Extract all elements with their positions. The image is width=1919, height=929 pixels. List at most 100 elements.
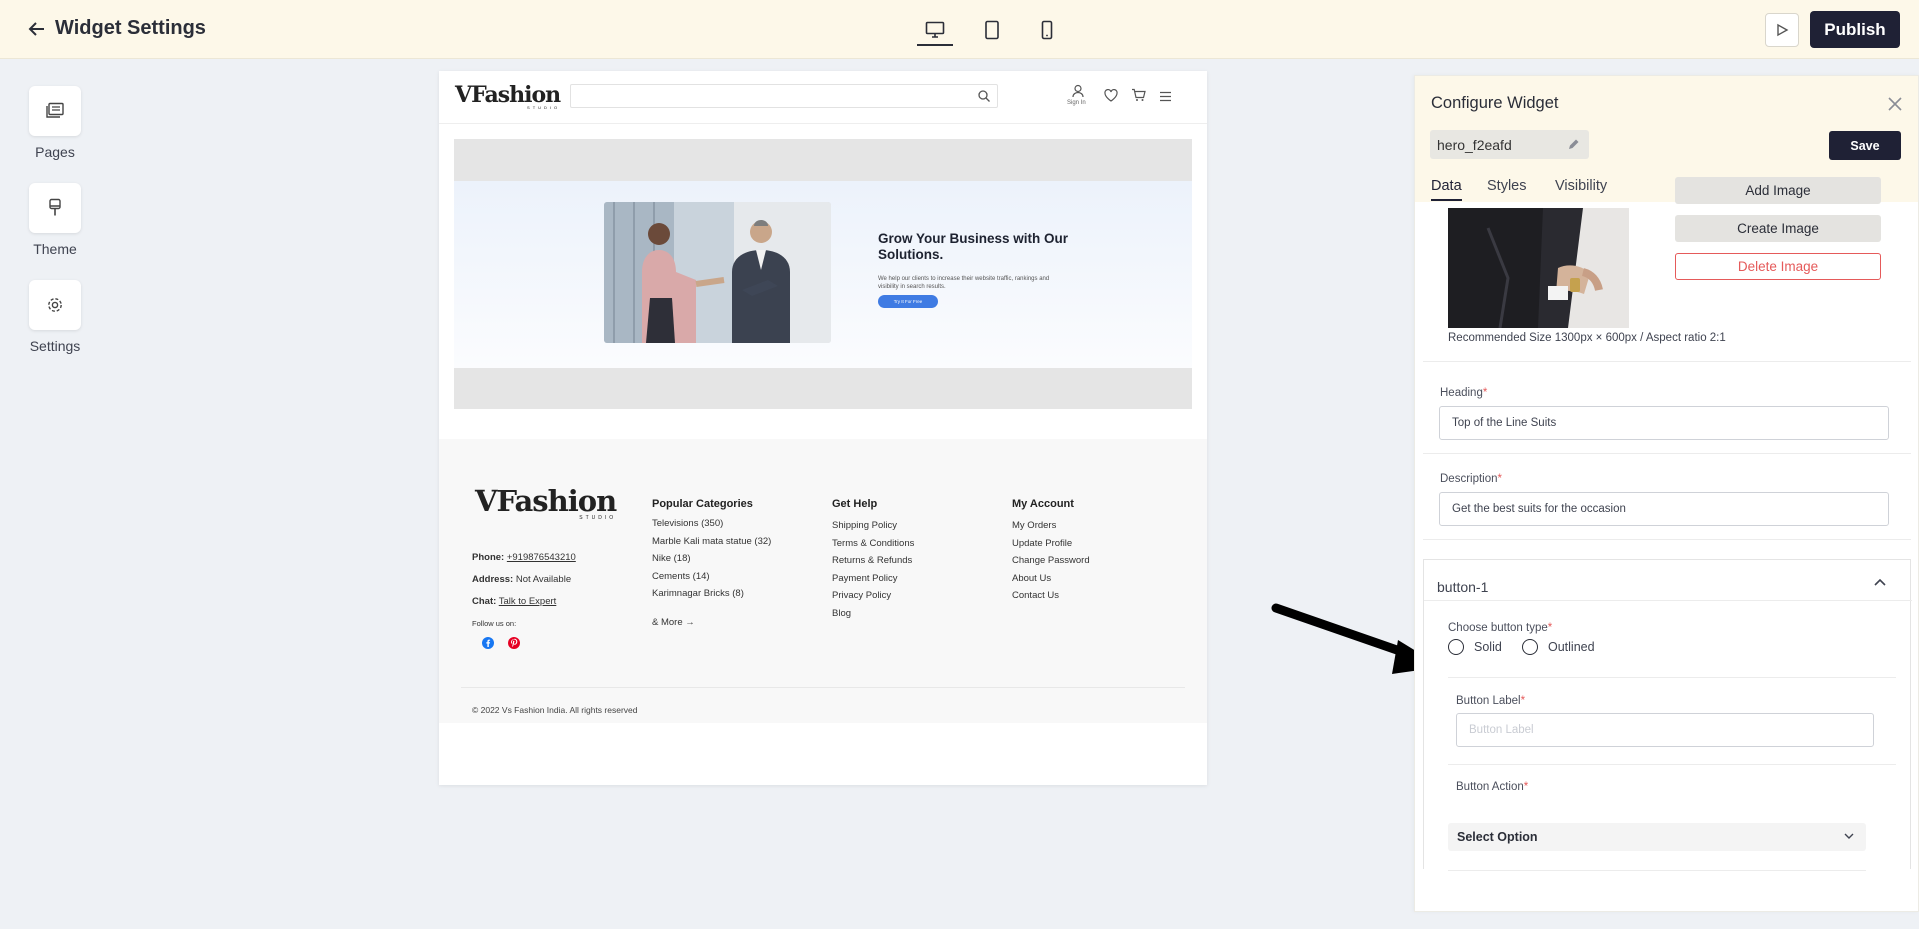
footer-link[interactable]: Shipping Policy (832, 517, 914, 535)
footer-link[interactable]: Blog (832, 605, 914, 623)
footer-link[interactable]: Payment Policy (832, 570, 914, 588)
device-mobile-button[interactable] (1027, 14, 1067, 46)
footer-link[interactable]: My Orders (1012, 517, 1090, 535)
close-icon[interactable] (1885, 94, 1905, 114)
back-arrow-icon[interactable] (26, 18, 48, 40)
panel-title: Configure Widget (1431, 94, 1559, 112)
radio-outlined[interactable]: Outlined (1522, 639, 1595, 655)
footer-account-list: My Orders Update Profile Change Password… (1012, 517, 1090, 605)
rail-item-pages[interactable]: Pages (22, 86, 88, 160)
delete-image-button[interactable]: Delete Image (1675, 253, 1881, 280)
footer-address: Address: Not Available (472, 574, 572, 585)
configure-widget-panel: Configure Widget Save Data Styles Visibi… (1414, 75, 1919, 912)
chevron-up-icon[interactable] (1872, 575, 1888, 591)
widget-image-thumbnail (1448, 208, 1629, 328)
rail-item-settings[interactable]: Settings (22, 280, 88, 354)
button-label-input[interactable] (1456, 713, 1874, 747)
page-preview-canvas: VFashion STUDIO Sign In Grow Your Busine… (439, 71, 1207, 785)
device-desktop-button[interactable] (915, 14, 955, 46)
button-action-label: Button Action* (1456, 781, 1529, 793)
footer-heading-help: Get Help (832, 498, 878, 510)
footer-link[interactable]: About Us (1012, 570, 1090, 588)
footer-link[interactable]: Televisions (350) (652, 515, 771, 533)
save-button[interactable]: Save (1829, 131, 1901, 160)
menu-icon[interactable] (1159, 89, 1172, 107)
widget-name-input[interactable] (1430, 130, 1589, 159)
footer-link[interactable]: Marble Kali mata statue (32) (652, 533, 771, 551)
site-logo[interactable]: VFashion STUDIO (455, 84, 561, 110)
footer-link[interactable]: Cements (14) (652, 568, 771, 586)
hero-image (604, 202, 831, 343)
add-image-button[interactable]: Add Image (1675, 177, 1881, 204)
pencil-icon[interactable] (1567, 138, 1580, 151)
button-section-title[interactable]: button-1 (1437, 579, 1488, 595)
rail-label: Theme (33, 241, 77, 257)
description-label: Description* (1440, 473, 1503, 485)
site-footer: VFashion STUDIO Phone: +919876543210 Add… (439, 439, 1207, 723)
follow-label: Follow us on: (472, 619, 517, 628)
rail-label: Pages (35, 144, 75, 160)
arrow-right-icon: → (685, 617, 695, 628)
tab-data[interactable]: Data (1431, 178, 1462, 201)
footer-link[interactable]: Nike (18) (652, 550, 771, 568)
rail-item-theme[interactable]: Theme (22, 183, 88, 257)
footer-link[interactable]: Privacy Policy (832, 587, 914, 605)
recommended-size-text: Recommended Size 1300px × 600px / Aspect… (1448, 332, 1726, 344)
hero-section[interactable]: Grow Your Business with Our Solutions. W… (454, 139, 1192, 409)
footer-divider (461, 687, 1185, 688)
phone-link[interactable]: +919876543210 (507, 552, 576, 563)
device-tablet-button[interactable] (972, 14, 1012, 46)
footer-heading-categories: Popular Categories (652, 498, 753, 510)
tablet-icon (985, 20, 999, 40)
footer-heading-account: My Account (1012, 498, 1074, 510)
footer-more-link[interactable]: & More → (652, 617, 695, 628)
footer-link[interactable]: Karimnagar Bricks (8) (652, 585, 771, 603)
pinterest-icon[interactable] (507, 636, 521, 650)
site-header: VFashion STUDIO Sign In (439, 71, 1207, 124)
radio-solid[interactable]: Solid (1448, 639, 1502, 655)
tab-visibility[interactable]: Visibility (1555, 178, 1607, 194)
footer-copyright: © 2022 Vs Fashion India. All rights rese… (472, 705, 638, 715)
chevron-down-icon (1844, 833, 1854, 839)
chat-link[interactable]: Talk to Expert (499, 596, 557, 607)
pages-icon (46, 102, 64, 118)
footer-categories-list: Televisions (350) Marble Kali mata statu… (652, 515, 771, 603)
site-search-input[interactable] (570, 84, 998, 108)
mobile-icon (1041, 20, 1053, 40)
heart-icon[interactable] (1104, 88, 1118, 107)
gear-icon (48, 298, 62, 312)
hero-cta-button[interactable]: Try It For Free (878, 295, 938, 308)
top-bar: Widget Settings Publish (0, 0, 1919, 59)
search-icon (978, 90, 990, 102)
footer-link[interactable]: Change Password (1012, 552, 1090, 570)
button-type-label: Choose button type* (1448, 622, 1553, 634)
brush-icon (49, 198, 61, 216)
footer-logo[interactable]: VFashion STUDIO (475, 487, 617, 521)
description-input[interactable] (1439, 492, 1889, 526)
footer-link[interactable]: Returns & Refunds (832, 552, 914, 570)
divider (1423, 453, 1911, 454)
page-title: Widget Settings (55, 17, 206, 39)
footer-link[interactable]: Update Profile (1012, 535, 1090, 553)
divider (1423, 539, 1911, 540)
heading-label: Heading* (1440, 387, 1488, 399)
footer-chat: Chat: Talk to Expert (472, 596, 557, 607)
footer-help-list: Shipping Policy Terms & Conditions Retur… (832, 517, 914, 622)
heading-input[interactable] (1439, 406, 1889, 440)
play-icon (1777, 23, 1789, 37)
hero-text: We help our clients to increase their we… (878, 276, 1050, 290)
footer-link[interactable]: Terms & Conditions (832, 535, 914, 553)
rail-label: Settings (29, 338, 81, 354)
cart-icon[interactable] (1131, 88, 1146, 107)
divider (1423, 361, 1911, 362)
facebook-icon[interactable] (481, 636, 495, 650)
footer-phone: Phone: +919876543210 (472, 552, 576, 563)
publish-button[interactable]: Publish (1810, 11, 1900, 48)
create-image-button[interactable]: Create Image (1675, 215, 1881, 242)
button-action-select[interactable]: Select Option (1448, 823, 1866, 851)
button-label-label: Button Label* (1456, 695, 1526, 707)
footer-link[interactable]: Contact Us (1012, 587, 1090, 605)
tab-styles[interactable]: Styles (1487, 178, 1527, 194)
signin-label: Sign In (1067, 100, 1086, 106)
preview-button[interactable] (1765, 13, 1799, 47)
